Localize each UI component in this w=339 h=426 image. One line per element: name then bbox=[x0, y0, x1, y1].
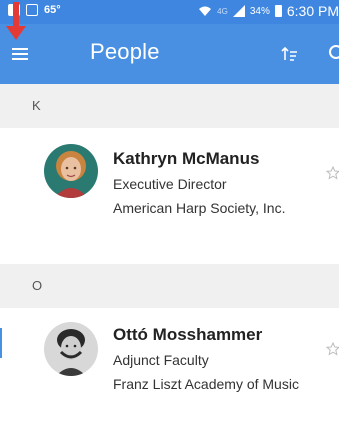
battery-percent-text: 34% bbox=[249, 5, 270, 17]
network-type-text: 4G bbox=[217, 6, 228, 16]
person-info: Ottó Mosshammer Adjunct Faculty Franz Li… bbox=[113, 324, 313, 395]
avatar bbox=[44, 144, 98, 198]
person-organization: American Harp Society, Inc. bbox=[113, 200, 286, 216]
person-item-kathryn[interactable]: Kathryn McManus Executive Director Ameri… bbox=[0, 128, 339, 260]
avatar bbox=[44, 322, 98, 376]
page-title: People bbox=[90, 39, 160, 64]
app-bar: People bbox=[0, 2, 339, 84]
clock-text: 6:30 PM bbox=[286, 3, 339, 19]
star-icon[interactable] bbox=[326, 166, 339, 180]
section-header-k: K bbox=[0, 84, 339, 128]
person-item-otto[interactable]: Ottó Mosshammer Adjunct Faculty Franz Li… bbox=[0, 308, 339, 426]
sort-icon[interactable] bbox=[280, 44, 300, 64]
person-organization: Franz Liszt Academy of Music bbox=[113, 376, 299, 392]
star-icon[interactable] bbox=[326, 342, 339, 356]
person-name: Kathryn McManus bbox=[113, 149, 260, 168]
status-bar: 65° 4G 34% 6:30 PM bbox=[0, 0, 339, 24]
person-title: Executive Director bbox=[113, 176, 227, 192]
section-header-o: O bbox=[0, 264, 339, 308]
list-edge-indicator bbox=[0, 328, 2, 358]
search-icon[interactable] bbox=[328, 44, 339, 64]
wifi-icon bbox=[199, 6, 212, 16]
person-title: Adjunct Faculty bbox=[113, 352, 209, 368]
temperature-text: 65° bbox=[44, 4, 61, 16]
menu-icon[interactable] bbox=[12, 46, 32, 62]
person-name: Ottó Mosshammer bbox=[113, 325, 263, 344]
signal-icon bbox=[232, 5, 245, 17]
battery-icon bbox=[274, 5, 282, 17]
status-right: 4G 34% 6:30 PM bbox=[198, 3, 339, 19]
annotation-arrow-icon bbox=[6, 2, 26, 40]
person-info: Kathryn McManus Executive Director Ameri… bbox=[113, 148, 313, 219]
